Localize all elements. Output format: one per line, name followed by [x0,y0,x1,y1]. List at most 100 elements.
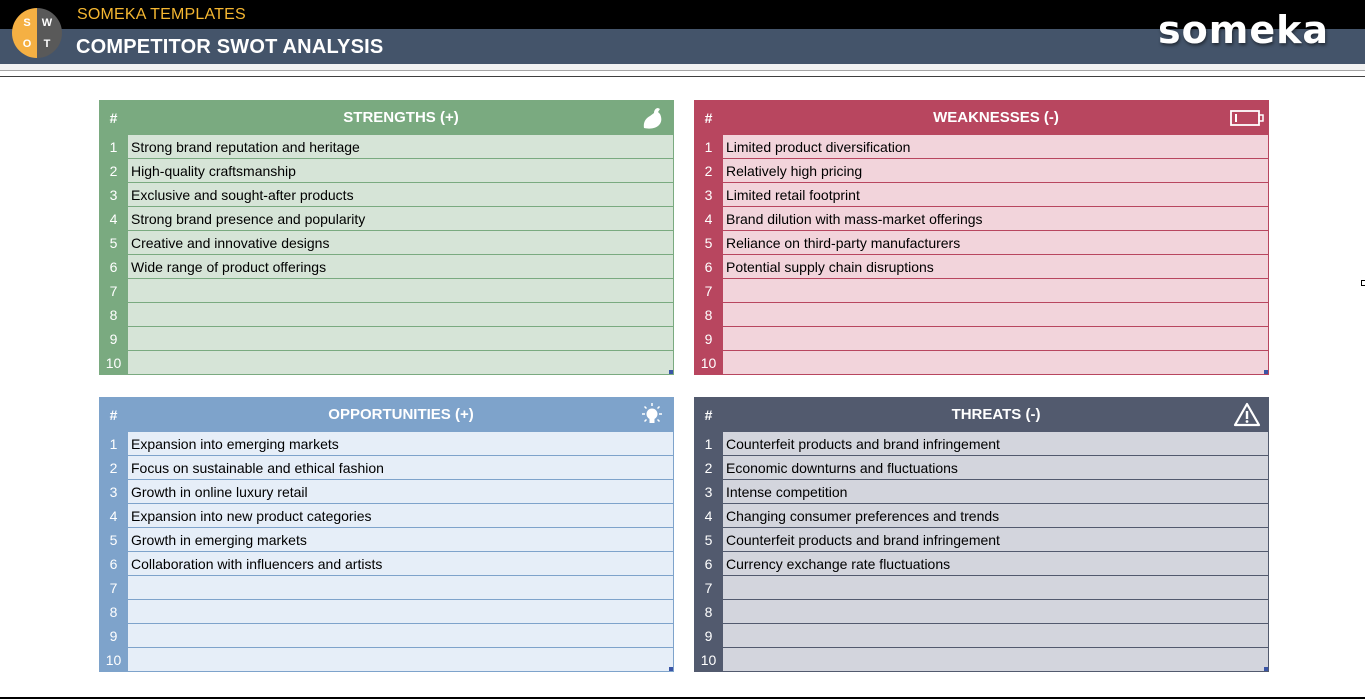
row-number: 7 [99,576,128,600]
row-number: 9 [99,327,128,351]
list-item: 9 [694,327,1269,351]
row-number: 8 [694,303,723,327]
row-text-cell[interactable]: Counterfeit products and brand infringem… [723,528,1269,552]
row-text-cell[interactable]: Strong brand presence and popularity [128,207,674,231]
list-item: 1 Counterfeit products and brand infringe… [694,432,1269,456]
row-text-cell[interactable]: Economic downturns and fluctuations [723,456,1269,480]
row-text-cell[interactable]: Counterfeit products and brand infringem… [723,432,1269,456]
row-text-cell[interactable] [128,624,674,648]
row-text-cell[interactable]: Wide range of product offerings [128,255,674,279]
threats-box: # THREATS (-) 1 Counterfeit products and … [694,397,1269,672]
list-item: 8 [694,600,1269,624]
flexed-arm-icon [643,108,662,129]
list-item: 7 [694,576,1269,600]
strengths-box: # STRENGTHS (+) 1 Strong brand reputation… [99,100,674,375]
row-number: 4 [99,207,128,231]
row-text-cell[interactable]: Collaboration with influencers and artis… [128,552,674,576]
row-text-cell[interactable] [128,576,674,600]
row-text-cell[interactable]: Focus on sustainable and ethical fashion [128,456,674,480]
list-item: 9 [99,624,674,648]
row-number: 5 [99,231,128,255]
row-text-cell[interactable] [723,648,1269,672]
row-number: 7 [99,279,128,303]
row-text-cell[interactable]: Intense competition [723,480,1269,504]
list-item: 3 Limited retail footprint [694,183,1269,207]
resize-handle[interactable] [669,370,673,374]
row-number: 1 [99,432,128,456]
column-hash: # [109,406,118,423]
row-text-cell[interactable]: Potential supply chain disruptions [723,255,1269,279]
row-number: 9 [694,624,723,648]
row-number: 1 [99,135,128,159]
list-item: 6 Currency exchange rate fluctuations [694,552,1269,576]
row-text-cell[interactable] [723,279,1269,303]
lightbulb-icon [642,403,662,423]
list-item: 4 Changing consumer preferences and trend… [694,504,1269,528]
row-text-cell[interactable] [723,327,1269,351]
row-number: 5 [694,231,723,255]
row-number: 10 [694,351,723,375]
someka-logo[interactable]: someka [1158,8,1329,52]
row-text-cell[interactable]: Brand dilution with mass-market offering… [723,207,1269,231]
row-text-cell[interactable] [128,351,674,375]
threats-list: 1 Counterfeit products and brand infringe… [694,432,1269,672]
list-item: 7 [99,576,674,600]
list-item: 6 Wide range of product offerings [99,255,674,279]
list-item: 8 [99,600,674,624]
opportunities-list: 1 Expansion into emerging markets 2 Focus o… [99,432,674,672]
row-text-cell[interactable]: Creative and innovative designs [128,231,674,255]
swot-logo-icon: S W O T [12,8,62,58]
resize-handle[interactable] [669,667,673,671]
brand-name: SOMEKA TEMPLATES [77,6,246,23]
row-text-cell[interactable]: Limited product diversification [723,135,1269,159]
row-number: 5 [99,528,128,552]
row-text-cell[interactable]: Exclusive and sought-after products [128,183,674,207]
row-text-cell[interactable]: Expansion into emerging markets [128,432,674,456]
row-text-cell[interactable]: Growth in emerging markets [128,528,674,552]
list-item: 10 [99,648,674,672]
resize-handle[interactable] [1264,667,1268,671]
list-item: 8 [99,303,674,327]
row-number: 7 [694,279,723,303]
row-text-cell[interactable]: Strong brand reputation and heritage [128,135,674,159]
row-number: 6 [694,552,723,576]
list-item: 4 Brand dilution with mass-market offerin… [694,207,1269,231]
row-number: 8 [99,600,128,624]
row-text-cell[interactable]: Growth in online luxury retail [128,480,674,504]
row-text-cell[interactable] [128,648,674,672]
row-text-cell[interactable] [723,303,1269,327]
row-text-cell[interactable] [723,600,1269,624]
row-number: 8 [694,600,723,624]
row-text-cell[interactable] [128,600,674,624]
row-number: 1 [694,432,723,456]
row-text-cell[interactable]: Limited retail footprint [723,183,1269,207]
row-text-cell[interactable]: Changing consumer preferences and trends [723,504,1269,528]
row-number: 9 [694,327,723,351]
list-item: 8 [694,303,1269,327]
header-divider-line [0,76,1365,77]
list-item: 7 [99,279,674,303]
warning-icon [1233,402,1261,427]
list-item: 3 Exclusive and sought-after products [99,183,674,207]
row-text-cell[interactable]: Currency exchange rate fluctuations [723,552,1269,576]
row-text-cell[interactable]: Expansion into new product categories [128,504,674,528]
row-text-cell[interactable] [723,351,1269,375]
list-item: 5 Growth in emerging markets [99,528,674,552]
strengths-list: 1 Strong brand reputation and heritage 2 Hi… [99,135,674,375]
row-text-cell[interactable]: Relatively high pricing [723,159,1269,183]
row-text-cell[interactable]: Reliance on third-party manufacturers [723,231,1269,255]
row-number: 2 [99,159,128,183]
row-number: 10 [694,648,723,672]
row-text-cell[interactable] [128,327,674,351]
row-text-cell[interactable] [723,576,1269,600]
row-text-cell[interactable] [128,303,674,327]
bottom-border [0,697,1365,699]
resize-handle[interactable] [1264,370,1268,374]
row-text-cell[interactable] [723,624,1269,648]
list-item: 3 Growth in online luxury retail [99,480,674,504]
row-number: 2 [99,456,128,480]
row-text-cell[interactable] [128,279,674,303]
list-item: 5 Creative and innovative designs [99,231,674,255]
list-item: 2 Focus on sustainable and ethical fashio… [99,456,674,480]
row-text-cell[interactable]: High-quality craftsmanship [128,159,674,183]
